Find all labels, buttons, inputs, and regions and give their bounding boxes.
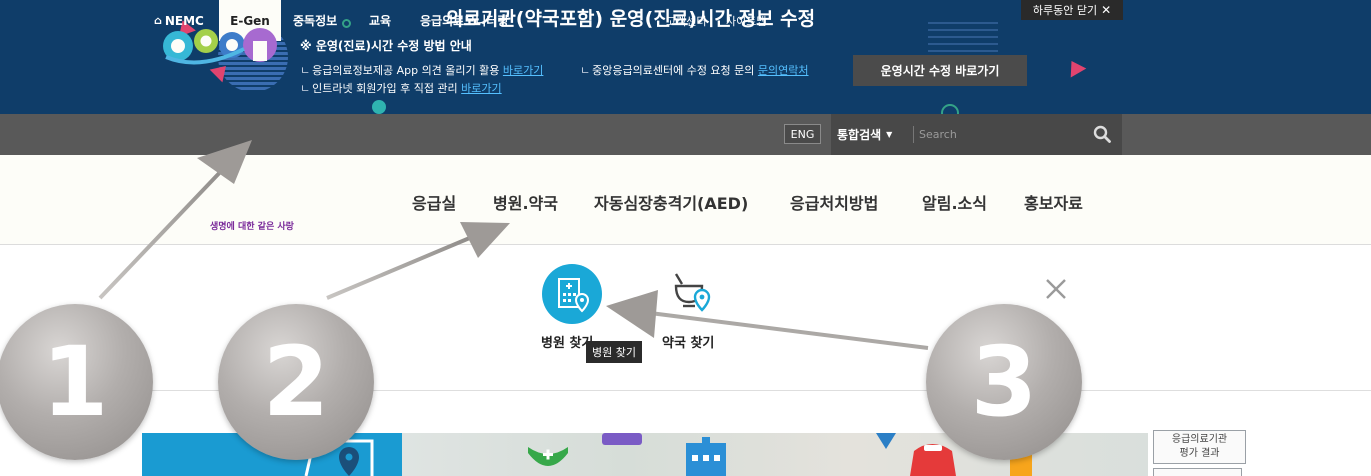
submenu-dropdown [0,245,1371,391]
banner-decoration-triangle [1063,56,1087,78]
logo-tagline: 생명에 대한 같은 사랑 [210,222,294,232]
search-bar: 통합검색 ▼ [831,114,1122,155]
close-for-today-button[interactable]: 하루동안 닫기 ✕ [1021,0,1123,20]
pharmacy-mortar-icon[interactable] [672,272,716,316]
hospital-search-tooltip: 병원 찾기 [586,341,642,363]
english-button[interactable]: ENG [784,124,821,144]
search-category-select[interactable]: 통합검색 ▼ [837,114,892,155]
banner-decoration-ring [941,104,959,114]
egen-logo[interactable] [160,13,295,81]
side-widget [1153,468,1242,476]
edit-hours-button[interactable]: 운영시간 수정 바로가기 [853,55,1027,86]
search-divider [913,126,914,143]
menu-first-aid[interactable]: 응급처치방법 [790,190,878,214]
tutorial-step-2: 2 [218,304,374,460]
banner-line-contact: ㄴ 중앙응급의료센터에 수정 요청 문의 문의연락처 [580,64,809,77]
menu-hospital-pharmacy[interactable]: 병원.약국 [493,190,558,214]
menu-notices[interactable]: 알림.소식 [922,190,987,214]
hospital-building-icon [558,278,590,313]
caret-down-icon: ▼ [886,130,893,139]
gnb-item-poison-info[interactable]: 중독정보 [293,0,337,41]
intranet-shortcut-link[interactable]: 바로가기 [461,82,501,95]
close-icon: ✕ [1101,3,1112,17]
hospital-search-button[interactable] [542,264,602,324]
banner-decoration-dot [372,100,386,114]
menu-emergency-room[interactable]: 응급실 [412,190,456,214]
banner-line-app: ㄴ 응급의료정보제공 App 의견 올리기 활용 바로가기 [300,64,544,77]
tutorial-step-3: 3 [926,304,1082,460]
close-icon[interactable] [1044,277,1068,301]
search-icon[interactable] [1093,125,1111,143]
pharmacy-search-label[interactable]: 약국 찾기 [662,332,714,351]
menu-aed[interactable]: 자동심장충격기(AED) [594,190,748,214]
app-shortcut-link[interactable]: 바로가기 [503,64,543,77]
gnb-item-emergency-monitoring[interactable]: 응급의료모니터링 [420,0,508,41]
sitemap-link[interactable]: 사이트맵 [726,0,766,41]
global-nav-bar [0,114,1371,155]
customer-center-link[interactable]: 고객센터 [666,0,706,41]
search-input[interactable] [919,124,1079,145]
evaluation-results-link[interactable]: 응급의료기관 평가 결과 [1153,430,1246,464]
contact-link[interactable]: 문의연락처 [758,64,809,77]
menu-promotion[interactable]: 홍보자료 [1024,190,1083,214]
gnb-item-education[interactable]: 교육 [369,0,391,41]
banner-line-intranet: ㄴ 인트라넷 회원가입 후 직접 관리 바로가기 [300,82,502,95]
tutorial-step-1: 1 [0,304,153,460]
